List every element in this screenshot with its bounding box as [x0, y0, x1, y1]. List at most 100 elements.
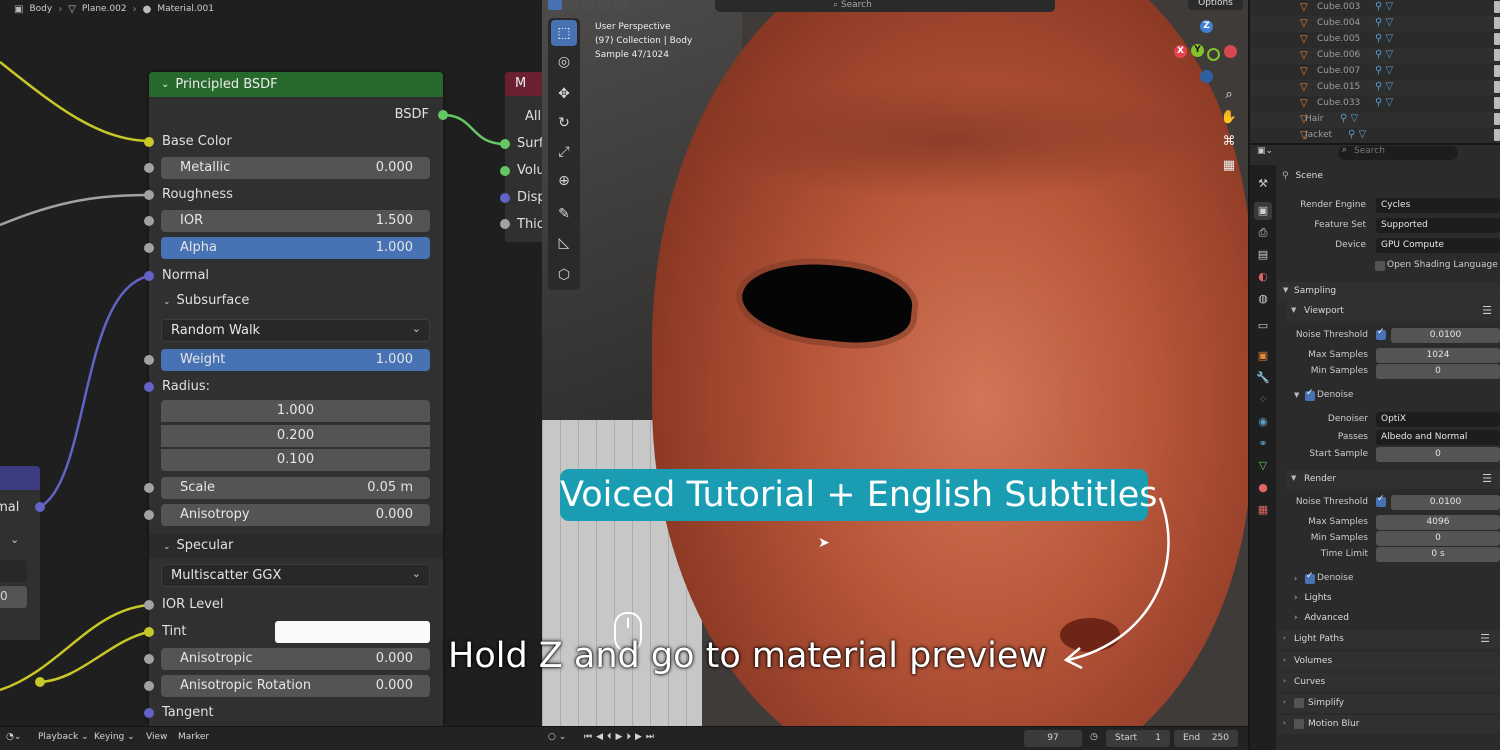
modifier-icons[interactable]: ⚲ ▽ — [1375, 1, 1393, 12]
radius-z-field[interactable]: 0.100 — [161, 449, 430, 471]
options-button[interactable]: Options — [1188, 0, 1243, 10]
visibility-toggle[interactable] — [1494, 1, 1500, 13]
stopwatch-icon[interactable]: ◷ — [1090, 732, 1098, 742]
playback-controls[interactable]: ⏮◀⏴▶⏵▶⏭ — [584, 732, 658, 742]
simplify-panel-header[interactable]: › Simplify — [1278, 694, 1500, 713]
outliner[interactable]: ▽ Cube.003 ⚲ ▽ ▽ Cube.004 ⚲ ▽ ▽ Cube.005… — [1248, 0, 1500, 143]
presets-list-icon[interactable]: ☰ — [1480, 632, 1490, 645]
render-tab-icon[interactable]: ▣ — [1254, 202, 1272, 220]
visibility-toggle[interactable] — [1494, 49, 1500, 61]
thickness-input-socket[interactable] — [500, 219, 510, 229]
tangent-socket[interactable] — [144, 708, 154, 718]
tool-tab-icon[interactable]: ⚒ — [1254, 175, 1272, 193]
node-header[interactable]: ⌄ Principled BSDF — [149, 72, 443, 97]
visibility-toggle[interactable] — [1494, 81, 1500, 93]
scale-socket[interactable] — [144, 483, 154, 493]
viewport-noise-threshold-field[interactable]: 0.0100 — [1391, 328, 1500, 343]
specular-panel-header[interactable]: ⌄ Specular — [149, 534, 443, 558]
normal-socket[interactable] — [144, 271, 154, 281]
bsdf-output-socket[interactable] — [438, 110, 448, 120]
visibility-toggle[interactable] — [1494, 97, 1500, 109]
anisotropic-field[interactable]: Anisotropic 0.000 — [161, 648, 430, 670]
render-denoise-checkbox[interactable] — [1305, 571, 1315, 584]
outliner-item[interactable]: ▽ Cube.015 ⚲ ▽ — [1250, 80, 1500, 96]
viewport-noise-threshold-checkbox[interactable] — [1376, 327, 1386, 340]
move-tool[interactable]: ✥ — [551, 81, 577, 107]
motion-blur-checkbox[interactable] — [1294, 719, 1304, 729]
grid-view-icon[interactable]: ▦ — [1220, 158, 1238, 176]
radius-x-field[interactable]: 1.000 — [161, 400, 430, 422]
ior-level-socket[interactable] — [144, 600, 154, 610]
chevron-down-icon[interactable]: ⌄ — [10, 533, 19, 546]
metallic-socket[interactable] — [144, 163, 154, 173]
lights-subpanel-header[interactable]: › Lights — [1294, 593, 1332, 603]
gizmo-neg-z-axis[interactable] — [1200, 70, 1213, 83]
autokey-record-icon[interactable]: ○ ⌄ — [548, 732, 566, 742]
weight-field[interactable]: Weight 1.000 — [161, 349, 430, 371]
select-mode-new[interactable] — [548, 0, 562, 10]
passes-dropdown[interactable]: Albedo and Normal — [1376, 430, 1500, 445]
marker-menu[interactable]: Marker — [178, 732, 209, 742]
viewport-denoise-checkbox[interactable] — [1305, 388, 1315, 401]
metallic-field[interactable]: Metallic 0.000 — [161, 157, 430, 179]
render-denoise-header[interactable]: › — [1294, 574, 1297, 584]
specular-method-dropdown[interactable]: Multiscatter GGX ⌄ — [161, 564, 430, 587]
alpha-socket[interactable] — [144, 243, 154, 253]
outliner-item[interactable]: ▽ Jacket ⚲ ▽ — [1250, 128, 1500, 144]
ior-field[interactable]: IOR 1.500 — [161, 210, 430, 232]
sampling-panel-header[interactable]: ▼ Sampling — [1278, 282, 1500, 301]
render-noise-threshold-field[interactable]: 0.0100 — [1391, 495, 1500, 510]
volumes-panel-header[interactable]: › Volumes — [1278, 652, 1500, 671]
scene-tab-icon[interactable]: ◐ — [1254, 268, 1272, 286]
modifier-icons[interactable]: ⚲ ▽ — [1348, 129, 1366, 140]
anisotropic-rotation-socket[interactable] — [144, 681, 154, 691]
time-limit-field[interactable]: 0 s — [1376, 547, 1500, 562]
outliner-item[interactable]: ▽ Cube.004 ⚲ ▽ — [1250, 16, 1500, 32]
modifier-icons[interactable]: ⚲ ▽ — [1375, 65, 1393, 76]
presets-list-icon[interactable]: ☰ — [1482, 472, 1492, 485]
gizmo-z-axis[interactable]: Z — [1200, 20, 1213, 33]
select-mode-buttons[interactable] — [548, 0, 628, 10]
tint-socket[interactable] — [144, 627, 154, 637]
modifier-icons[interactable]: ⚲ ▽ — [1375, 81, 1393, 92]
normal-map-strength-field[interactable]: 0 — [0, 586, 27, 608]
add-cube-tool[interactable]: ⬡ — [551, 262, 577, 288]
viewport-max-samples-field[interactable]: 1024 — [1376, 348, 1500, 363]
world-tab-icon[interactable]: ◍ — [1254, 290, 1272, 308]
particles-tab-icon[interactable]: ⁘ — [1254, 391, 1272, 409]
outliner-item[interactable]: ▽ Cube.007 ⚲ ▽ — [1250, 64, 1500, 80]
outliner-item[interactable]: ▽ Cube.006 ⚲ ▽ — [1250, 48, 1500, 64]
outliner-item[interactable]: ▽ Hair ⚲ ▽ — [1250, 112, 1500, 128]
pan-hand-icon[interactable]: ✋ — [1220, 110, 1238, 128]
playback-menu[interactable]: Playback ⌄ — [38, 732, 89, 742]
collapse-chevron-icon[interactable]: ⌄ — [161, 79, 169, 90]
visibility-toggle[interactable] — [1494, 65, 1500, 77]
anisotropy-socket[interactable] — [144, 510, 154, 520]
outliner-item[interactable]: ▽ Cube.005 ⚲ ▽ — [1250, 32, 1500, 48]
anisotropic-socket[interactable] — [144, 654, 154, 664]
motion-blur-panel-header[interactable]: › Motion Blur — [1278, 715, 1500, 734]
viewport-search[interactable]: Search — [841, 0, 872, 10]
render-max-samples-field[interactable]: 4096 — [1376, 515, 1500, 530]
material-output-node[interactable]: M All Surf Volu Disp Thic — [505, 72, 542, 242]
constraints-tab-icon[interactable]: ⚭ — [1254, 435, 1272, 453]
visibility-toggle[interactable] — [1494, 129, 1500, 141]
render-subpanel-header[interactable]: ▼ Render ☰ — [1286, 470, 1500, 489]
normal-map-node-header[interactable] — [0, 466, 40, 490]
select-mode-invert[interactable] — [597, 0, 612, 10]
current-frame-field[interactable]: 97 — [1024, 730, 1082, 747]
osl-checkbox[interactable] — [1375, 261, 1385, 271]
surface-input-socket[interactable] — [500, 139, 510, 149]
transform-tool[interactable]: ⊕ — [551, 168, 577, 194]
normal-map-uv-field[interactable] — [0, 560, 27, 582]
outliner-item[interactable]: ▽ Cube.003 ⚲ ▽ — [1250, 0, 1500, 16]
gizmo-neg-x-axis[interactable] — [1224, 45, 1237, 58]
end-frame-field[interactable]: End 250 — [1174, 730, 1238, 747]
select-mode-intersect[interactable] — [614, 0, 628, 10]
anisotropic-rotation-field[interactable]: Anisotropic Rotation 0.000 — [161, 675, 430, 697]
viewport-min-samples-field[interactable]: 0 — [1376, 364, 1500, 379]
modifier-icons[interactable]: ⚲ ▽ — [1375, 49, 1393, 60]
visibility-toggle[interactable] — [1494, 17, 1500, 29]
annotate-tool[interactable]: ✎ — [551, 201, 577, 227]
gizmo-neg-y-axis[interactable] — [1207, 48, 1220, 61]
